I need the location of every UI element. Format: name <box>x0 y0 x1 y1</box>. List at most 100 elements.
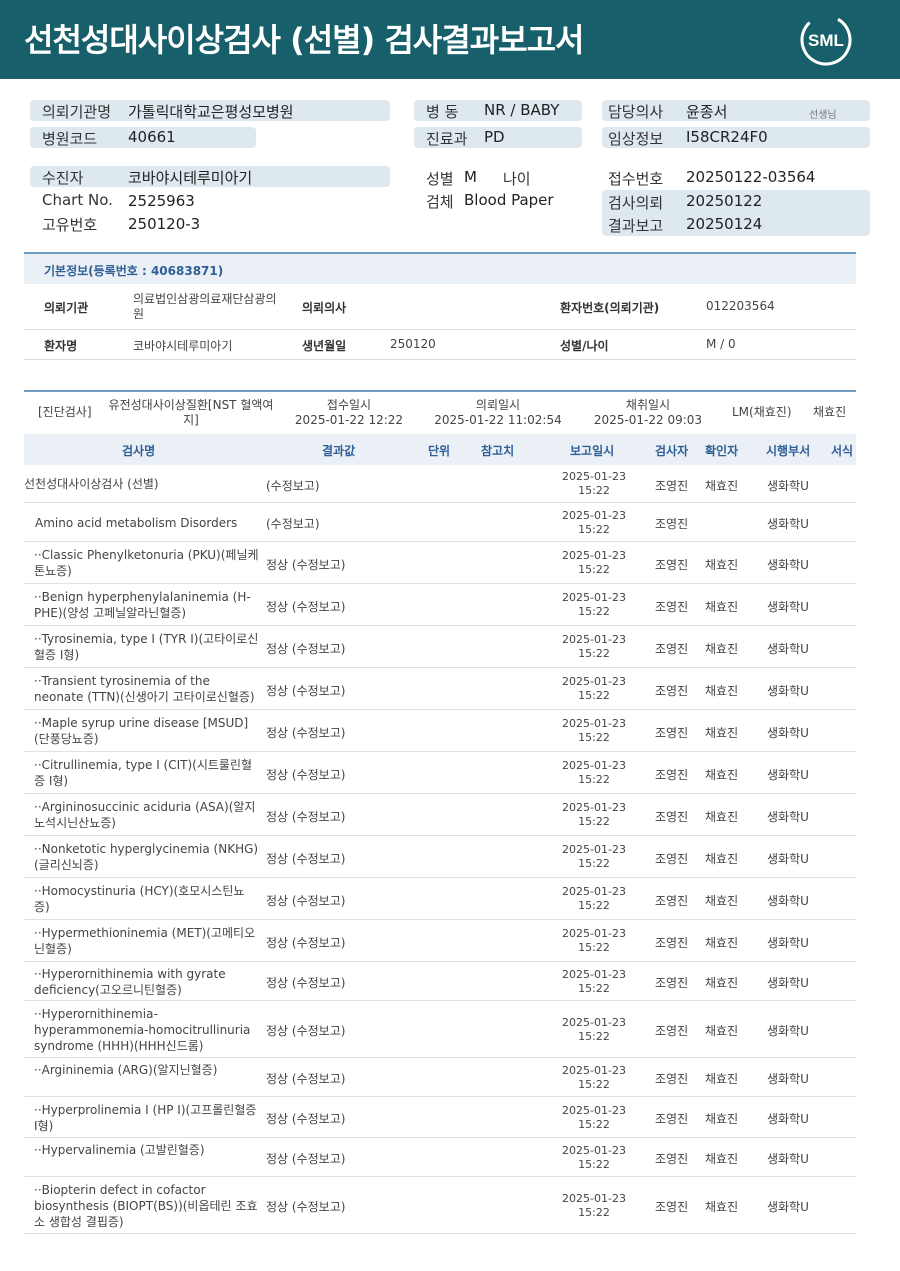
dept-name: 생화학U <box>767 767 809 782</box>
test-result: (수정보고) <box>266 517 320 531</box>
report-datetime: 2025-01-23 15:22 <box>562 591 626 618</box>
hospital-code-value: 40661 <box>128 128 176 146</box>
basic-info-header: 기본정보(등록번호 : 40683871) <box>24 252 856 284</box>
table-row: ··Tyrosinemia, type I (TYR I)(고타이로신혈증 I형… <box>24 626 856 668</box>
chart-value: 2525963 <box>128 192 195 210</box>
diag-coll-label: 채취일시 <box>625 398 671 412</box>
dept-name: 생화학U <box>767 517 809 531</box>
tester-name: 조영진 <box>655 1112 689 1126</box>
basic-birth-value: 250120 <box>390 337 436 351</box>
test-result: 정상 (수정보고) <box>266 725 346 740</box>
patient-value: 코바야시테루미아기 <box>128 169 253 187</box>
table-row: Amino acid metabolism Disorders (수정보고) 202… <box>24 503 856 542</box>
report-value: 20250124 <box>686 215 763 233</box>
dept-name: 생화학U <box>767 725 809 740</box>
table-row: ··Citrullinemia, type I (CIT)(시트룰린혈증 I형)… <box>24 752 856 794</box>
test-name: ··Argininosuccinic aciduria (ASA)(알지노석시닌… <box>34 800 256 830</box>
col-unit: 단위 <box>428 444 451 458</box>
dept-name: 생화학U <box>767 1024 809 1038</box>
tester-name: 조영진 <box>655 809 689 824</box>
basic-req-doc-label: 의뢰의사 <box>302 301 347 315</box>
confirmer-name: 채효진 <box>705 478 739 493</box>
test-result: 정상 (수정보고) <box>266 1112 346 1126</box>
confirmer-name: 채효진 <box>705 767 739 782</box>
table-row: ··Biopterin defect in cofactor biosynthe… <box>24 1177 856 1234</box>
confirmer-name: 채효진 <box>705 683 739 698</box>
col-dept: 시행부서 <box>766 444 811 458</box>
test-result: 정상 (수정보고) <box>266 557 346 572</box>
basic-pt-name-label: 환자명 <box>44 339 78 353</box>
report-datetime: 2025-01-23 15:22 <box>562 843 626 870</box>
confirmer-name: 채효진 <box>705 851 739 866</box>
tester-name: 조영진 <box>655 517 689 531</box>
table-row: ··Hypervalinemia (고발린혈증) 정상 (수정보고) 2025-01… <box>24 1138 856 1177</box>
institution-label: 의뢰기관명 <box>42 103 112 121</box>
report-datetime: 2025-01-23 15:22 <box>562 967 626 995</box>
test-name: ··Hyperprolinemia I (HP I)(고프롤린혈증 I형) <box>34 1102 257 1133</box>
basic-sexage-value: M / 0 <box>706 337 736 351</box>
test-name: ··Benign hyperphenylalaninemia (H-PHE)(양… <box>34 590 251 620</box>
test-result: 정상 (수정보고) <box>266 599 346 614</box>
table-row: ··Hyperornithinemia with gyrate deficien… <box>24 962 856 1001</box>
confirmer-name: 채효진 <box>705 725 739 740</box>
confirmer-name: 채효진 <box>705 1024 739 1038</box>
table-row: ··Transient tyrosinemia of the neonate (… <box>24 668 856 710</box>
dept-name: 생화학U <box>767 683 809 698</box>
tester-name: 조영진 <box>655 1152 689 1166</box>
test-result: 정상 (수정보고) <box>266 976 346 990</box>
table-row: ··Benign hyperphenylalaninemia (H-PHE)(양… <box>24 584 856 626</box>
test-name: ··Biopterin defect in cofactor biosynthe… <box>34 1182 258 1229</box>
dept-name: 생화학U <box>767 1072 809 1086</box>
test-name: ··Hyperornithinemia with gyrate deficien… <box>34 966 226 997</box>
tester-name: 조영진 <box>655 976 689 990</box>
test-result: 정상 (수정보고) <box>266 641 346 656</box>
sex-label: 성별 <box>426 170 454 188</box>
receipt-label: 접수번호 <box>608 170 664 188</box>
confirmer-name: 채효진 <box>705 893 739 908</box>
test-name: ··Hypervalinemia (고발린혈증) <box>34 1142 205 1157</box>
test-result: 정상 (수정보고) <box>266 1072 346 1086</box>
logo-text: SML <box>808 31 844 50</box>
table-row: ··Nonketotic hyperglycinemia (NKHG)(글리신뇌… <box>24 836 856 878</box>
test-name: ··Classic Phenylketonuria (PKU)(페닐케톤뇨증) <box>34 548 259 578</box>
tester-name: 조영진 <box>655 893 689 908</box>
specimen-label: 검체 <box>426 193 454 211</box>
tester-name: 조영진 <box>655 1024 689 1038</box>
report-datetime: 2025-01-23 15:22 <box>562 717 626 744</box>
basic-bottom-line <box>24 359 856 360</box>
col-tester: 검사자 <box>655 444 689 458</box>
table-row: ··Classic Phenylketonuria (PKU)(페닐케톤뇨증) 정… <box>24 542 856 584</box>
col-ref: 참고치 <box>481 444 515 458</box>
hospital-code-label: 병원코드 <box>42 130 98 148</box>
col-name: 검사명 <box>122 444 156 458</box>
confirmer-name: 채효진 <box>705 1072 739 1086</box>
receipt-value: 20250122-03564 <box>686 168 816 186</box>
dept-name: 생화학U <box>767 893 809 908</box>
col-date: 보고일시 <box>570 444 615 458</box>
sex-value: M <box>464 168 477 186</box>
tester-name: 조영진 <box>655 935 689 950</box>
table-row: ··Hypermethioninemia (MET)(고메티오닌혈증) 정상 (수… <box>24 920 856 962</box>
test-result: 정상 (수정보고) <box>266 1200 346 1214</box>
dept-name: 생화학U <box>767 641 809 656</box>
basic-inst-value: 의료법인삼광의료재단삼광의원 <box>133 292 277 321</box>
diag-person: 채효진 <box>813 405 847 419</box>
test-result: 정상 (수정보고) <box>266 767 346 782</box>
diag-category: [진단검사] <box>38 405 92 419</box>
tester-name: 조영진 <box>655 851 689 866</box>
diag-recv-label: 접수일시 <box>326 398 372 412</box>
report-datetime: 2025-01-23 15:22 <box>562 885 626 912</box>
basic-pt-no-value: 012203564 <box>706 299 775 313</box>
table-row: ··Argininosuccinic aciduria (ASA)(알지노석시닌… <box>24 794 856 836</box>
report-label: 결과보고 <box>608 217 664 235</box>
test-name: ··Tyrosinemia, type I (TYR I)(고타이로신혈증 I형… <box>34 632 259 662</box>
confirmer-name: 채효진 <box>705 1152 739 1166</box>
test-name: 선천성대사이상검사 (선별) <box>24 477 159 491</box>
report-datetime: 2025-01-23 15:22 <box>562 759 626 786</box>
results-table-header: 검사명 결과값 단위 참고치 보고일시 검사자 확인자 시행부서 서식 <box>24 434 856 465</box>
clinical-value: I58CR24F0 <box>686 128 768 146</box>
tester-name: 조영진 <box>655 683 689 698</box>
confirmer-name: 채효진 <box>705 1112 739 1126</box>
test-result: 정상 (수정보고) <box>266 851 346 866</box>
test-result: 정상 (수정보고) <box>266 893 346 908</box>
